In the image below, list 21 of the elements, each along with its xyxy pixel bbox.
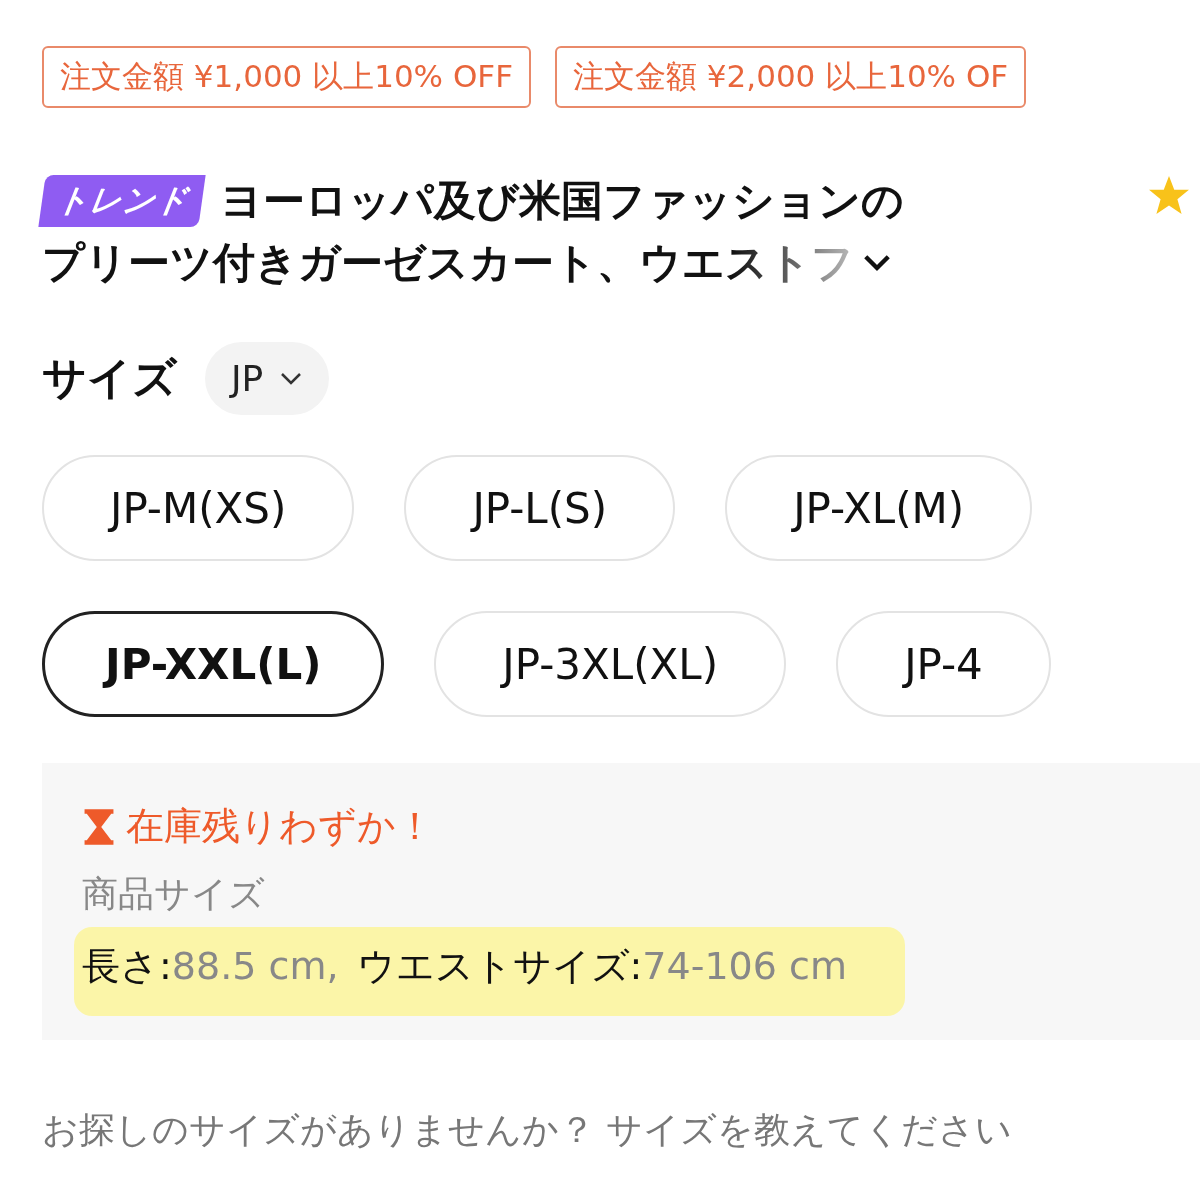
product-title: ヨーロッパ及び米国ファッションの (220, 175, 904, 227)
measurement-value: 88.5 cm, (171, 944, 339, 988)
measurement-label: ウエストサイズ: (356, 944, 643, 988)
measurement-value: 74-106 cm (642, 944, 847, 988)
measurement-label: 長さ: (82, 944, 172, 988)
expand-chevron-icon[interactable] (862, 253, 892, 273)
low-stock-warning: 在庫残りわずか！ (126, 803, 434, 850)
size-option[interactable]: JP-XXL(L) (42, 611, 385, 717)
size-option[interactable]: JP-3XL(XL) (434, 611, 787, 717)
size-option[interactable]: JP-M(XS) (42, 455, 355, 561)
hourglass-icon (82, 806, 116, 847)
size-label: サイズ (42, 351, 177, 405)
region-dropdown[interactable]: JP (205, 342, 330, 415)
product-size-heading: 商品サイズ (82, 872, 266, 916)
trend-badge: トレンド (38, 175, 206, 227)
size-option[interactable]: JP-4 (836, 611, 1051, 717)
star-icon (1148, 174, 1190, 216)
size-option[interactable]: JP-XL(M) (725, 455, 1033, 561)
size-request-prompt[interactable]: お探しのサイズがありませんか？ サイズを教えてください (42, 1106, 1200, 1155)
chevron-down-icon (279, 370, 304, 387)
size-option[interactable]: JP-L(S) (404, 455, 676, 561)
